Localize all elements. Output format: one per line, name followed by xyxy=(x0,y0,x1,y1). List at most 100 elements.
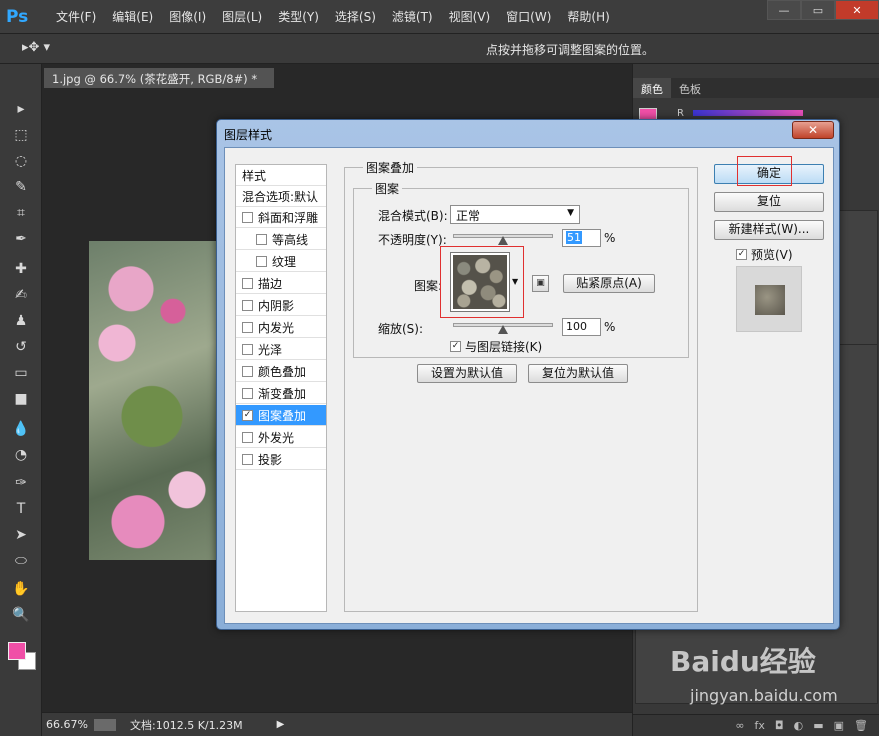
preview-checkbox[interactable]: ✓ xyxy=(736,249,747,260)
channel-r-slider[interactable] xyxy=(693,110,803,116)
style-item-4[interactable]: 内阴影 xyxy=(236,295,326,316)
style-item-label: 纹理 xyxy=(272,254,297,269)
quick-select-tool-icon[interactable]: ✎ xyxy=(11,178,31,196)
crop-tool-icon[interactable]: ⌗ xyxy=(11,204,31,222)
style-item-8[interactable]: 渐变叠加 xyxy=(236,383,326,404)
style-checkbox[interactable] xyxy=(242,431,253,443)
preview-row[interactable]: ✓ 预览(V) xyxy=(736,246,793,263)
style-checkbox[interactable]: ✓ xyxy=(242,409,253,421)
style-checkbox[interactable] xyxy=(242,365,253,377)
adjustment-layer-icon[interactable]: ◐ xyxy=(794,719,804,732)
blend-mode-value: 正常 xyxy=(456,209,481,223)
pattern-picker[interactable] xyxy=(450,252,510,312)
pattern-swatch xyxy=(453,255,507,309)
zoom-level[interactable]: 66.67% xyxy=(46,718,94,731)
opacity-input[interactable]: 51 xyxy=(562,229,601,247)
menu-help[interactable]: 帮助(H) xyxy=(559,8,617,25)
document-tab[interactable]: 1.jpg @ 66.7% (茶花盛开, RGB/8#) * xyxy=(44,68,274,88)
new-preset-icon[interactable]: ▣ xyxy=(532,275,549,292)
zoom-tool-icon[interactable]: 🔍 xyxy=(11,606,31,624)
restore-button[interactable]: ▭ xyxy=(801,0,835,20)
menu-layer[interactable]: 图层(L) xyxy=(214,8,270,25)
status-bar: 66.67% 文档:1012.5 K/1.23M ▶ xyxy=(42,712,632,736)
shape-tool-icon[interactable]: ⬭ xyxy=(11,552,31,570)
link-with-layer-row[interactable]: ✓ 与图层链接(K) xyxy=(450,338,542,355)
reset-button[interactable]: 复位 xyxy=(714,192,824,212)
styles-header[interactable]: 样式 xyxy=(236,165,326,186)
brush-tool-icon[interactable]: ✍ xyxy=(11,286,31,304)
tab-swatches[interactable]: 色板 xyxy=(671,78,709,98)
style-item-0[interactable]: 斜面和浮雕 xyxy=(236,207,326,228)
reset-default-button[interactable]: 复位为默认值 xyxy=(528,364,628,383)
blend-options-item[interactable]: 混合选项:默认 xyxy=(236,186,326,207)
canvas-photo[interactable] xyxy=(89,241,229,560)
menu-image[interactable]: 图像(I) xyxy=(161,8,214,25)
style-list: 样式 混合选项:默认 斜面和浮雕 等高线 纹理 描边 内阴影 内发光 光泽 颜色叠加 渐变叠加 ✓… xyxy=(235,164,327,612)
link-layers-icon[interactable]: ∞ xyxy=(735,719,744,732)
eyedropper-tool-icon[interactable]: ✒ xyxy=(11,230,31,248)
menu-select[interactable]: 选择(S) xyxy=(327,8,384,25)
style-checkbox[interactable] xyxy=(256,255,267,267)
path-select-tool-icon[interactable]: ➤ xyxy=(11,526,31,544)
menu-view[interactable]: 视图(V) xyxy=(441,8,499,25)
layer-mask-icon[interactable]: ◘ xyxy=(775,719,784,732)
eraser-tool-icon[interactable]: ▭ xyxy=(11,364,31,382)
style-item-1[interactable]: 等高线 xyxy=(236,229,326,250)
move-tool-preset-icon[interactable]: ▸✥ ▾ xyxy=(22,40,50,55)
minimize-button[interactable]: — xyxy=(767,0,801,20)
style-checkbox[interactable] xyxy=(242,211,253,223)
style-item-2[interactable]: 纹理 xyxy=(236,251,326,272)
pattern-group: 图案 混合模式(B): 正常 ▼ 不透明度(Y): 51 % 图案: ▼ ▣ 贴… xyxy=(353,180,689,358)
dialog-close-button[interactable]: ✕ xyxy=(792,121,834,139)
history-brush-tool-icon[interactable]: ↺ xyxy=(11,338,31,356)
hand-tool-icon[interactable]: ✋ xyxy=(11,580,31,598)
style-item-9[interactable]: ✓ 图案叠加 xyxy=(236,405,326,426)
new-style-button[interactable]: 新建样式(W)... xyxy=(714,220,824,240)
opacity-value: 51 xyxy=(566,231,582,244)
lasso-tool-icon[interactable]: ◌ xyxy=(11,152,31,170)
marquee-tool-icon[interactable]: ⬚ xyxy=(11,126,31,144)
menu-filter[interactable]: 滤镜(T) xyxy=(384,8,441,25)
new-layer-icon[interactable]: ▣ xyxy=(834,719,844,732)
type-tool-icon[interactable]: T xyxy=(11,500,31,518)
style-checkbox[interactable] xyxy=(242,299,253,311)
set-default-button[interactable]: 设置为默认值 xyxy=(417,364,517,383)
pen-tool-icon[interactable]: ✑ xyxy=(11,474,31,492)
group-layers-icon[interactable]: ▬ xyxy=(813,719,823,732)
menu-file[interactable]: 文件(F) xyxy=(48,8,104,25)
blur-tool-icon[interactable]: 💧 xyxy=(11,420,31,438)
blend-mode-select[interactable]: 正常 ▼ xyxy=(450,205,580,224)
layer-style-icon[interactable]: fx xyxy=(755,719,765,732)
tab-color[interactable]: 颜色 xyxy=(633,78,671,98)
style-checkbox[interactable] xyxy=(242,387,253,399)
status-menu-arrow-icon[interactable]: ▶ xyxy=(277,719,285,730)
options-hint: 点按并拖移可调整图案的位置。 xyxy=(486,43,655,57)
style-item-10[interactable]: 外发光 xyxy=(236,427,326,448)
menu-bar: Ps 文件(F) 编辑(E) 图像(I) 图层(L) 类型(Y) 选择(S) 滤… xyxy=(0,0,879,34)
snap-to-origin-button[interactable]: 贴紧原点(A) xyxy=(563,274,655,293)
gradient-tool-icon[interactable]: ■ xyxy=(11,390,31,408)
move-tool-icon[interactable]: ▸ xyxy=(11,100,31,118)
style-checkbox[interactable] xyxy=(242,321,253,333)
menu-type[interactable]: 类型(Y) xyxy=(270,8,327,25)
style-item-6[interactable]: 光泽 xyxy=(236,339,326,360)
style-checkbox[interactable] xyxy=(242,453,253,465)
healing-tool-icon[interactable]: ✚ xyxy=(11,260,31,278)
dodge-tool-icon[interactable]: ◔ xyxy=(11,446,31,464)
style-checkbox[interactable] xyxy=(242,277,253,289)
menu-edit[interactable]: 编辑(E) xyxy=(104,8,161,25)
link-with-layer-checkbox[interactable]: ✓ xyxy=(450,341,461,352)
pattern-dropdown-icon[interactable]: ▼ xyxy=(512,272,521,292)
style-checkbox[interactable] xyxy=(256,233,267,245)
style-item-7[interactable]: 颜色叠加 xyxy=(236,361,326,382)
scale-input[interactable]: 100 xyxy=(562,318,601,336)
style-item-3[interactable]: 描边 xyxy=(236,273,326,294)
style-item-5[interactable]: 内发光 xyxy=(236,317,326,338)
style-checkbox[interactable] xyxy=(242,343,253,355)
trash-icon[interactable]: 🗑 xyxy=(854,719,868,732)
close-window-button[interactable]: ✕ xyxy=(835,0,879,20)
stamp-tool-icon[interactable]: ♟ xyxy=(11,312,31,330)
foreground-color-swatch[interactable] xyxy=(8,642,26,660)
menu-window[interactable]: 窗口(W) xyxy=(498,8,559,25)
style-item-11[interactable]: 投影 xyxy=(236,449,326,470)
